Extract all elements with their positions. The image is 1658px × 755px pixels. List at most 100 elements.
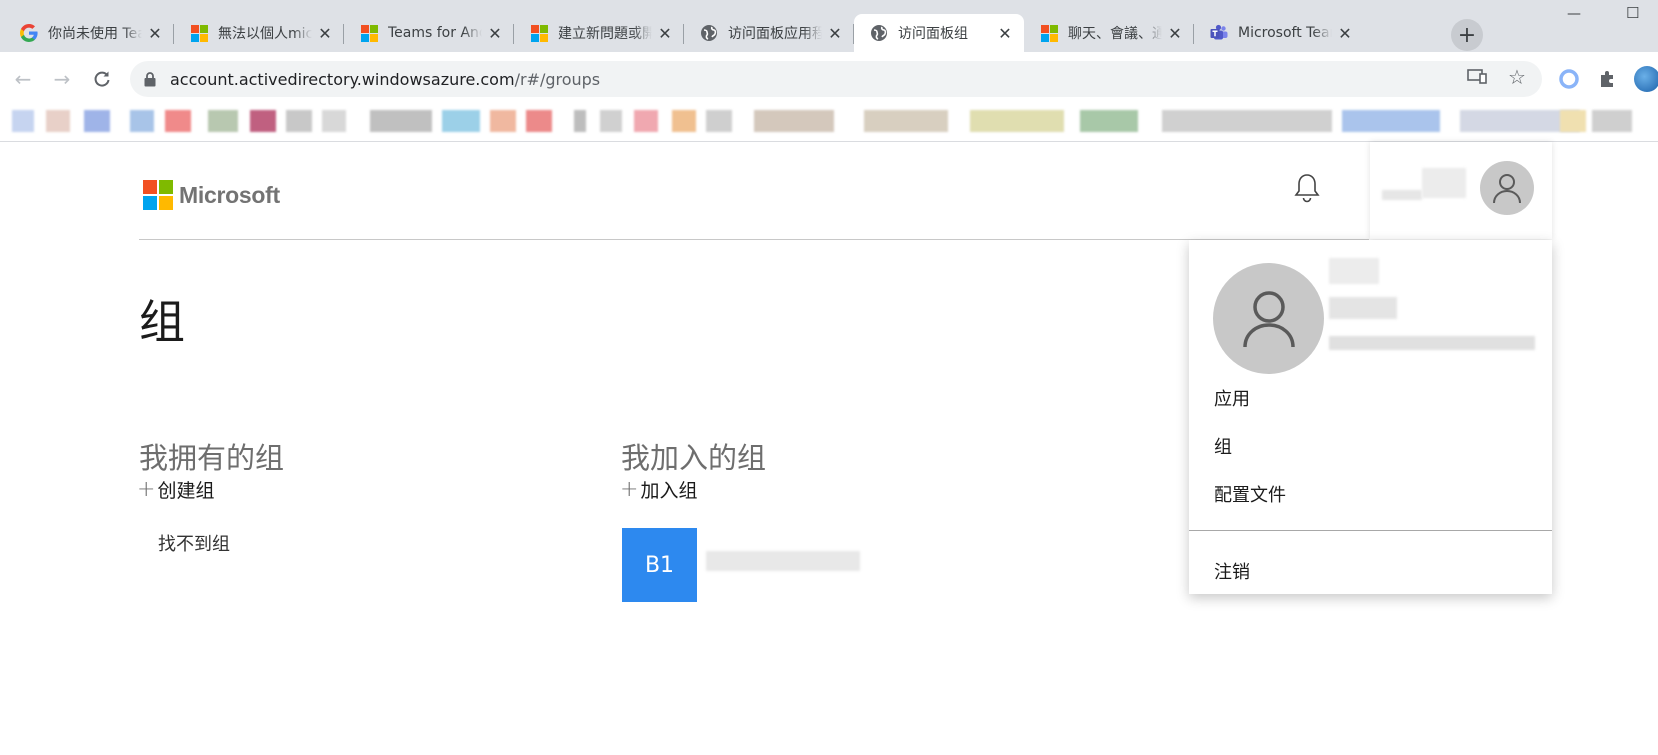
microsoft-icon [190, 24, 208, 42]
menu-item-groups[interactable]: 组 [1214, 433, 1232, 459]
bookmark-item[interactable] [754, 110, 834, 132]
close-icon[interactable]: ✕ [996, 24, 1014, 43]
bookmark-item[interactable] [574, 110, 586, 132]
bookmarks-bar [0, 106, 1658, 142]
tab-title: 访问面板应用程序 [728, 26, 822, 42]
redacted-display-name [1329, 258, 1379, 284]
plus-icon: + [1457, 22, 1477, 48]
browser-toolbar: ← → account.activedirectory.windowsazure… [0, 52, 1658, 106]
close-icon[interactable]: ✕ [486, 24, 504, 43]
tab-list: 你尚未使用 Teams ✕ 無法以個人microsoft ✕ Teams for… [4, 14, 1364, 52]
bookmark-item[interactable] [208, 110, 238, 132]
bookmark-item[interactable] [165, 110, 191, 132]
redacted-email [1329, 336, 1535, 350]
globe-icon [870, 24, 888, 42]
cast-icon[interactable] [1467, 68, 1487, 88]
account-dropdown-menu: 应用 组 配置文件 注销 [1189, 240, 1552, 594]
bookmark-item[interactable] [322, 110, 346, 132]
bookmark-item[interactable] [706, 110, 732, 132]
empty-groups-text: 找不到组 [158, 534, 230, 555]
bookmark-item[interactable] [864, 110, 948, 132]
globe-icon [700, 24, 718, 42]
bookmark-item[interactable] [84, 110, 110, 132]
puzzle-icon[interactable] [1597, 68, 1619, 90]
back-icon[interactable]: ← [9, 65, 37, 93]
close-icon[interactable]: ✕ [1336, 24, 1354, 43]
tab[interactable]: 聊天、會議、通話 ✕ [1024, 14, 1194, 52]
url-host: account.activedirectory.windowsazure.com [170, 69, 515, 89]
tab-title: 访问面板组 [898, 26, 968, 42]
notification-bell-icon[interactable] [1294, 172, 1320, 204]
profile-avatar-icon[interactable] [1634, 66, 1658, 92]
owned-groups-heading: 我拥有的组 [139, 441, 285, 475]
tab[interactable]: Teams for Android ✕ [344, 14, 514, 52]
bookmark-item[interactable] [370, 110, 432, 132]
join-group-button[interactable]: + 加入组 [620, 476, 697, 503]
tab[interactable]: 访问面板应用程序 ✕ [684, 14, 854, 52]
page-content: Microsoft 组 我拥有的组 + 创建组 找不到组 我加入的组 + 加入组… [0, 142, 1658, 755]
tab-title: Teams for Android [388, 25, 482, 41]
microsoft-logo-icon [143, 180, 173, 210]
redacted-group-name[interactable] [706, 551, 860, 571]
bookmark-item[interactable] [526, 110, 552, 132]
bookmark-item[interactable] [1080, 110, 1138, 132]
bookmark-item[interactable] [12, 110, 34, 132]
close-icon[interactable]: ✕ [826, 24, 844, 43]
bookmark-item[interactable] [1592, 110, 1632, 132]
bookmark-item[interactable] [970, 110, 1064, 132]
bookmark-item[interactable] [672, 110, 696, 132]
user-avatar-icon [1480, 161, 1534, 215]
close-icon[interactable]: ✕ [316, 24, 334, 43]
group-tile[interactable]: B1 [622, 528, 697, 602]
close-icon[interactable]: ✕ [146, 24, 164, 43]
bookmark-item[interactable] [1560, 110, 1586, 132]
tab-title: Microsoft Teams [1238, 25, 1332, 41]
create-group-button[interactable]: + 创建组 [137, 476, 214, 503]
extension-circle-icon[interactable] [1558, 68, 1580, 90]
address-bar[interactable]: account.activedirectory.windowsazure.com… [130, 61, 1542, 97]
tab-title: 無法以個人microsoft [218, 26, 312, 42]
bookmark-item[interactable] [130, 110, 154, 132]
close-icon[interactable]: ✕ [1166, 24, 1184, 43]
tab[interactable]: 無法以個人microsoft ✕ [174, 14, 344, 52]
microsoft-icon [360, 24, 378, 42]
microsoft-logo[interactable]: Microsoft [143, 180, 280, 210]
menu-divider [1189, 530, 1552, 531]
bookmark-item[interactable] [1342, 110, 1440, 132]
user-avatar-icon [1213, 263, 1324, 374]
tab[interactable]: 建立新問題或開啟 ✕ [514, 14, 684, 52]
bookmark-item[interactable] [600, 110, 622, 132]
menu-item-profile[interactable]: 配置文件 [1214, 481, 1286, 507]
tab[interactable]: 你尚未使用 Teams ✕ [4, 14, 174, 52]
url-path: /r#/groups [514, 69, 601, 89]
bookmark-item[interactable] [490, 110, 516, 132]
bookmark-item[interactable] [286, 110, 312, 132]
bookmark-item[interactable] [250, 110, 276, 132]
bookmark-star-icon[interactable]: ☆ [1508, 65, 1526, 89]
bookmark-item[interactable] [1162, 110, 1332, 132]
new-tab-button[interactable]: + [1451, 19, 1483, 51]
google-g-icon [20, 24, 38, 42]
page-title: 组 [139, 295, 185, 349]
minimize-icon[interactable]: — [1567, 6, 1581, 22]
bookmark-item[interactable] [634, 110, 658, 132]
group-initials: B1 [644, 552, 675, 578]
reload-icon[interactable] [88, 65, 116, 93]
maximize-icon[interactable]: ☐ [1626, 4, 1639, 22]
tab-title: 聊天、會議、通話 [1068, 26, 1162, 42]
tab[interactable]: Microsoft Teams ✕ [1194, 14, 1364, 52]
tab-active[interactable]: 访问面板组 ✕ [854, 14, 1024, 52]
lock-icon [144, 71, 158, 87]
menu-item-apps[interactable]: 应用 [1214, 385, 1250, 411]
bookmark-item[interactable] [46, 110, 70, 132]
forward-icon[interactable]: → [48, 65, 76, 93]
account-button[interactable] [1370, 142, 1552, 239]
microsoft-icon [530, 24, 548, 42]
header-divider [139, 239, 1369, 240]
menu-item-signout[interactable]: 注销 [1214, 558, 1250, 584]
joined-groups-heading: 我加入的组 [621, 441, 767, 475]
bookmark-item[interactable] [442, 110, 480, 132]
close-icon[interactable]: ✕ [656, 24, 674, 43]
plus-icon: + [137, 477, 156, 502]
redacted-name [1382, 190, 1422, 200]
